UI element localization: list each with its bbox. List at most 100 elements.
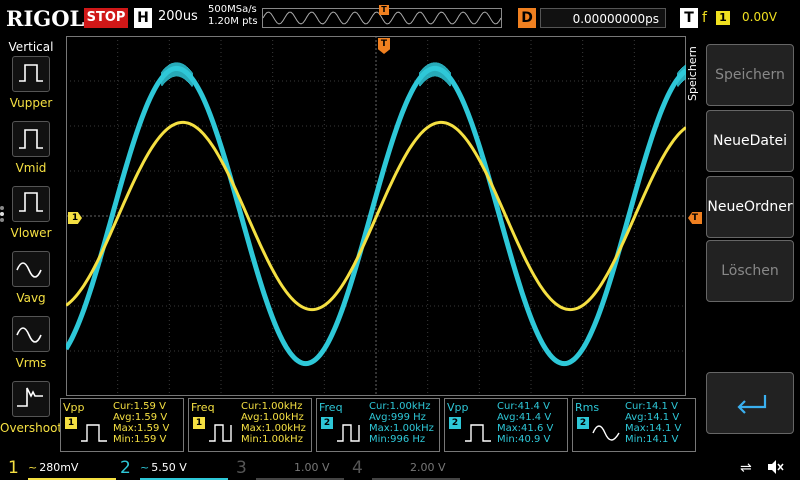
measurement-freq-icon [207, 419, 237, 445]
return-icon [731, 389, 771, 423]
measurement-rms-ch2[interactable]: Rms 2 Cur:14.1 V Avg:14.1 V Max:14.1 V M… [572, 398, 696, 452]
measurement-freq-ch1[interactable]: Freq 1 Cur:1.00kHz Avg:1.00kHz Max:1.00k… [188, 398, 312, 452]
trigger-label[interactable]: T [680, 8, 698, 28]
menu-title: Vertical [8, 40, 54, 54]
coupling-icon: ~ [140, 461, 150, 474]
measurement-min: Min:40.9 V [497, 434, 551, 445]
measurement-avg: Avg:999 Hz [369, 412, 426, 423]
softkey-neuedatei[interactable]: NeueDatei [706, 110, 794, 172]
channel-1-number[interactable]: 1 [8, 458, 19, 478]
memory-overview-strip[interactable]: T [262, 5, 502, 28]
channel-2-scale[interactable]: ~5.50 V [140, 458, 228, 480]
softkey-neueordner[interactable]: NeueOrdner [706, 176, 794, 238]
overshoot-icon [12, 381, 50, 417]
timebase-value[interactable]: 200us [158, 9, 198, 24]
vlower-icon [12, 186, 50, 222]
menu-item-label: Vlower [10, 226, 52, 240]
menu-side-label: Speichern [686, 46, 699, 102]
measurement-vpp-icon [463, 419, 493, 445]
channel-3-scale[interactable]: 1.00 V [256, 458, 344, 480]
measurement-cur: Cur:1.00kHz [241, 401, 303, 412]
measurement-max: Max:1.59 V [113, 423, 170, 434]
measurement-avg: Avg:1.00kHz [241, 412, 304, 423]
measurement-max: Max:14.1 V [625, 423, 682, 434]
channel-scale-value: 280mV [39, 461, 79, 474]
measurement-max: Max:1.00kHz [241, 423, 306, 434]
measurement-rms-icon [591, 419, 621, 445]
measurement-freq-icon [335, 419, 365, 445]
measurement-vpp-ch1[interactable]: Vpp 1 Cur:1.59 V Avg:1.59 V Max:1.59 V M… [60, 398, 184, 452]
measurement-cur: Cur:41.4 V [497, 401, 550, 412]
measurement-name: Freq [191, 401, 215, 414]
measurement-values: Cur:1.00kHz Avg:1.00kHz Max:1.00kHz Min:… [241, 401, 306, 445]
trigger-source: 1 [716, 11, 730, 25]
measurement-min: Min:14.1 V [625, 434, 679, 445]
measurement-max: Max:41.6 V [497, 423, 554, 434]
softkey-löschen[interactable]: Löschen [706, 240, 794, 302]
acquisition-info: 500MSa/s 1.20M pts [208, 4, 258, 28]
softkey-label: Löschen [721, 263, 779, 279]
delay-label[interactable]: D [518, 8, 536, 28]
measurement-cur: Cur:1.00kHz [369, 401, 431, 412]
measurement-values: Cur:1.00kHz Avg:999 Hz Max:1.00kHz Min:9… [369, 401, 434, 445]
measurement-values: Cur:14.1 V Avg:14.1 V Max:14.1 V Min:14.… [625, 401, 681, 445]
sound-muted-icon[interactable] [766, 458, 784, 476]
delay-value[interactable]: 0.00000000ps [540, 8, 666, 28]
trigger-edge-icon: f [702, 10, 707, 26]
measurement-channel-badge: 1 [193, 417, 205, 429]
softkey-speichern[interactable]: Speichern [706, 44, 794, 106]
run-stop-indicator[interactable]: STOP [84, 8, 128, 28]
vavg-icon [12, 251, 50, 287]
menu-item-label: Vmid [15, 161, 47, 175]
measurement-vpp-ch2[interactable]: Vpp 2 Cur:41.4 V Avg:41.4 V Max:41.6 V M… [444, 398, 568, 452]
softkey-separator [740, 235, 760, 239]
channel-2-number[interactable]: 2 [120, 458, 131, 478]
measurement-name: Freq [319, 401, 343, 414]
memory-trigger-marker: T [379, 5, 389, 15]
waveform-display[interactable] [66, 36, 686, 396]
measurement-min: Min:1.00kHz [241, 434, 303, 445]
menu-item-overshoot[interactable]: Overshoot [0, 379, 62, 439]
menu-item-vupper[interactable]: Vupper [6, 54, 56, 114]
measurement-min: Min:996 Hz [369, 434, 426, 445]
measurement-cur: Cur:1.59 V [113, 401, 166, 412]
measurement-freq-ch2[interactable]: Freq 2 Cur:1.00kHz Avg:999 Hz Max:1.00kH… [316, 398, 440, 452]
measurement-channel-badge: 1 [65, 417, 77, 429]
menu-item-label: Vupper [9, 96, 53, 110]
softkey-label: NeueDatei [713, 133, 787, 149]
channel-3-number[interactable]: 3 [236, 458, 247, 478]
menu-item-label: Overshoot [0, 421, 63, 435]
channel-scale-value: 5.50 V [151, 461, 187, 474]
horizontal-label[interactable]: H [134, 8, 152, 28]
softkey-label: Speichern [715, 67, 785, 83]
trigger-level-marker[interactable]: T [688, 212, 702, 224]
channel-4-number[interactable]: 4 [352, 458, 363, 478]
channel-1-scale[interactable]: ~280mV [28, 458, 116, 480]
menu-item-label: Vavg [16, 291, 46, 305]
softkey-separator [740, 171, 760, 175]
menu-item-vlower[interactable]: Vlower [6, 184, 56, 244]
memory-depth: 1.20M pts [208, 16, 258, 27]
softkey-label: NeueOrdner [707, 199, 793, 215]
coupling-icon: ~ [28, 461, 38, 474]
sample-rate: 500MSa/s [208, 4, 257, 15]
measurement-name: Rms [575, 401, 600, 414]
vupper-icon [12, 56, 50, 92]
measurement-avg: Avg:41.4 V [497, 412, 552, 423]
menu-item-vmid[interactable]: Vmid [6, 119, 56, 179]
measurement-name: Vpp [447, 401, 469, 414]
measurement-min: Min:1.59 V [113, 434, 167, 445]
channel-4-scale[interactable]: 2.00 V [372, 458, 460, 480]
measurement-max: Max:1.00kHz [369, 423, 434, 434]
vmid-icon [12, 121, 50, 157]
measurement-avg: Avg:1.59 V [113, 412, 168, 423]
brand-logo: RIGOL [6, 6, 85, 31]
measurement-channel-badge: 2 [321, 417, 333, 429]
menu-item-vrms[interactable]: Vrms [6, 314, 56, 374]
return-button[interactable] [706, 372, 794, 434]
softkey-separator [740, 105, 760, 109]
measurement-cur: Cur:14.1 V [625, 401, 678, 412]
trigger-level[interactable]: 0.00V [742, 10, 777, 24]
menu-item-label: Vrms [15, 356, 47, 370]
menu-item-vavg[interactable]: Vavg [6, 249, 56, 309]
